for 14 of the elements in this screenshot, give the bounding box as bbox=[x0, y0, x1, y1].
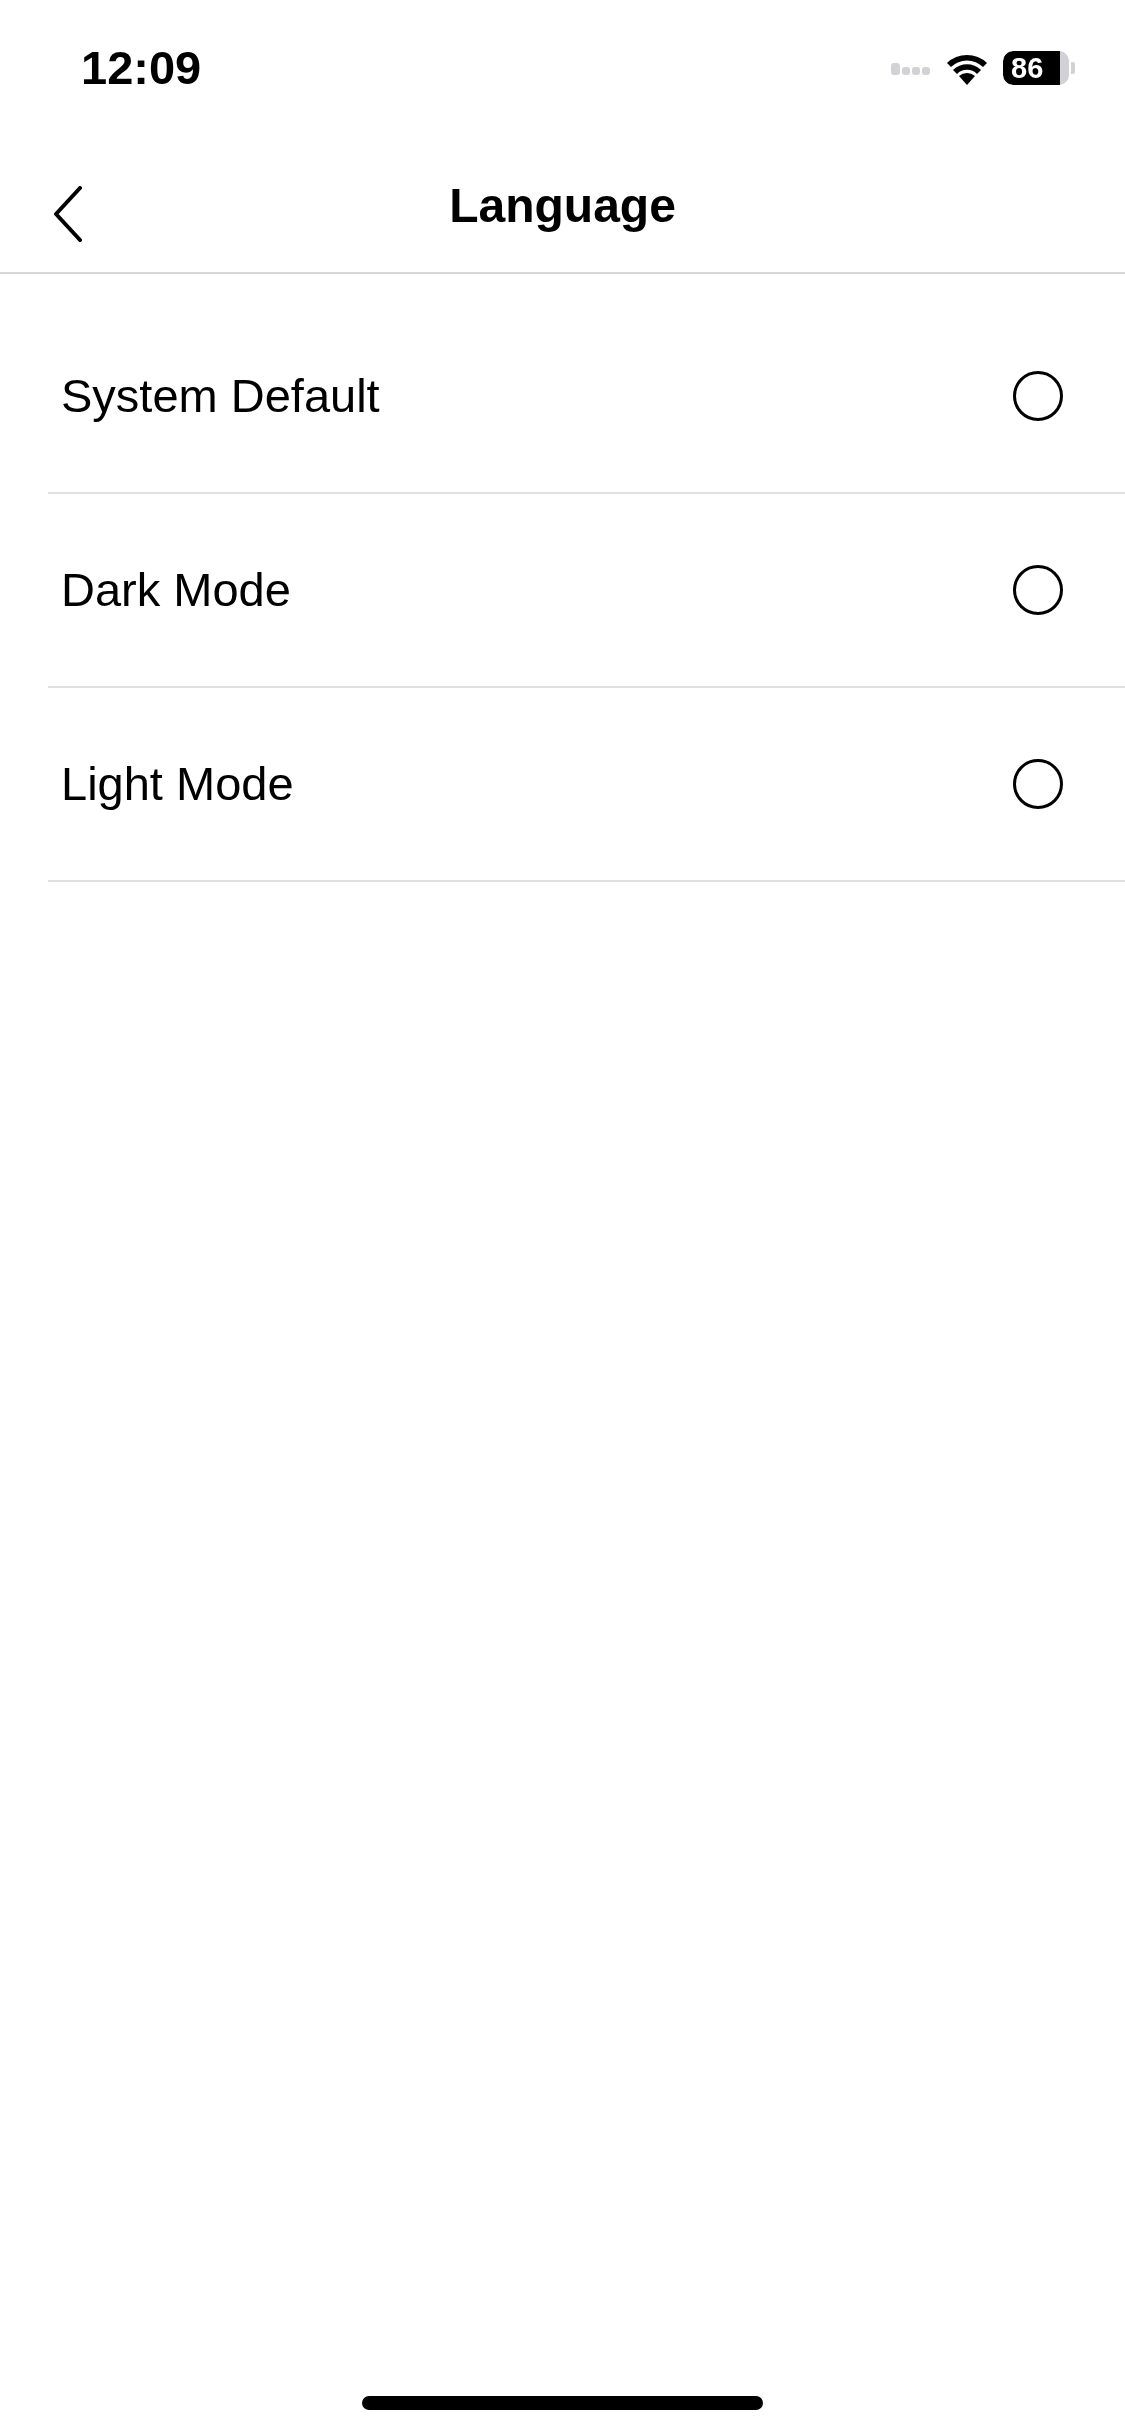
battery-level-text: 86 bbox=[1010, 53, 1044, 83]
option-row[interactable]: Dark Mode bbox=[48, 494, 1125, 688]
radio-button[interactable] bbox=[1013, 565, 1063, 615]
option-label: Light Mode bbox=[61, 755, 294, 812]
page-title: Language bbox=[449, 178, 676, 234]
option-label: System Default bbox=[61, 367, 380, 424]
signal-icon bbox=[891, 61, 931, 75]
option-row[interactable]: Light Mode bbox=[48, 688, 1125, 882]
back-chevron-icon bbox=[53, 186, 83, 242]
radio-button[interactable] bbox=[1013, 759, 1063, 809]
option-row[interactable]: System Default bbox=[48, 300, 1125, 494]
status-time: 12:09 bbox=[81, 39, 202, 96]
radio-button[interactable] bbox=[1013, 371, 1063, 421]
option-label: Dark Mode bbox=[61, 561, 291, 618]
